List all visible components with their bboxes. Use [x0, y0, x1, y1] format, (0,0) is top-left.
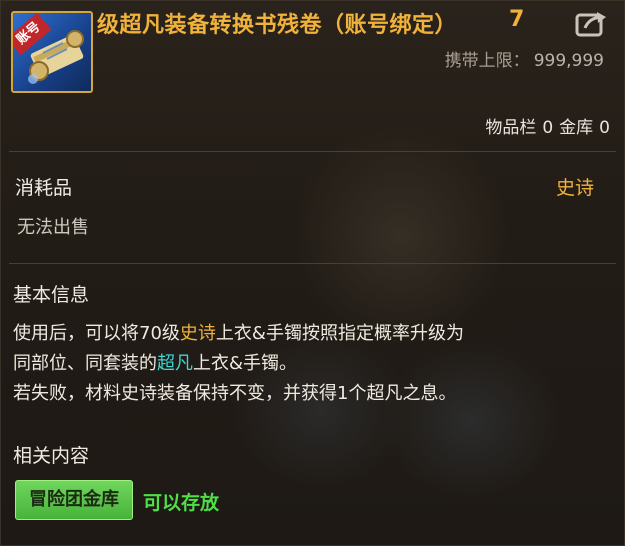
desc-text: 同部位、同套装的 — [13, 353, 157, 374]
carry-limit: 携带上限： 999,999 — [445, 46, 604, 71]
item-icon: 账号 — [11, 11, 93, 93]
super-highlight: 超凡 — [157, 353, 193, 374]
vault-count: 0 — [599, 118, 610, 138]
desc-text: 上衣&手镯按照指定概率升级为 — [215, 323, 464, 344]
inventory-label: 物品栏 — [485, 118, 537, 138]
sell-note: 无法出售 — [17, 217, 89, 238]
vault-label: 金库 — [559, 118, 594, 138]
item-rarity: 史诗 — [555, 177, 594, 199]
epic-highlight: 史诗 — [179, 323, 216, 344]
divider — [9, 151, 616, 152]
item-description: 使用后，可以将70级史诗上衣&手镯按照指定概率升级为 同部位、同套装的超凡上衣&… — [13, 319, 613, 409]
carry-limit-value: 999,999 — [533, 51, 604, 71]
desc-text: 使用后，可以将70级 — [13, 323, 180, 344]
storage-counts: 物品栏 0 金库 0 — [485, 113, 610, 138]
divider — [9, 263, 616, 264]
item-title: 级超凡装备转换书残卷（账号绑定） — [97, 13, 458, 38]
carry-limit-label: 携带上限： — [444, 51, 530, 71]
desc-line-1: 使用后，可以将70级史诗上衣&手镯按照指定概率升级为 — [13, 319, 613, 349]
share-icon[interactable] — [575, 9, 609, 37]
related-heading: 相关内容 — [13, 445, 90, 467]
adventure-vault-button[interactable]: 冒险团金库 — [15, 480, 133, 520]
item-tooltip: 账号 级超凡装备转换书残卷（账号绑定） 7 携带上限： 999,999 物品栏 0 金… — [0, 0, 625, 546]
desc-line-2: 同部位、同套装的超凡上衣&手镯。 — [13, 349, 613, 379]
inventory-count: 0 — [542, 118, 554, 138]
storable-status: 可以存放 — [143, 492, 220, 514]
item-type: 消耗品 — [15, 177, 73, 199]
desc-line-3: 若失败，材料史诗装备保持不变，并获得1个超凡之息。 — [13, 383, 457, 404]
desc-text: 上衣&手镯。 — [193, 353, 298, 374]
basic-info-heading: 基本信息 — [13, 284, 90, 306]
item-title-suffix: 7 — [509, 7, 525, 32]
